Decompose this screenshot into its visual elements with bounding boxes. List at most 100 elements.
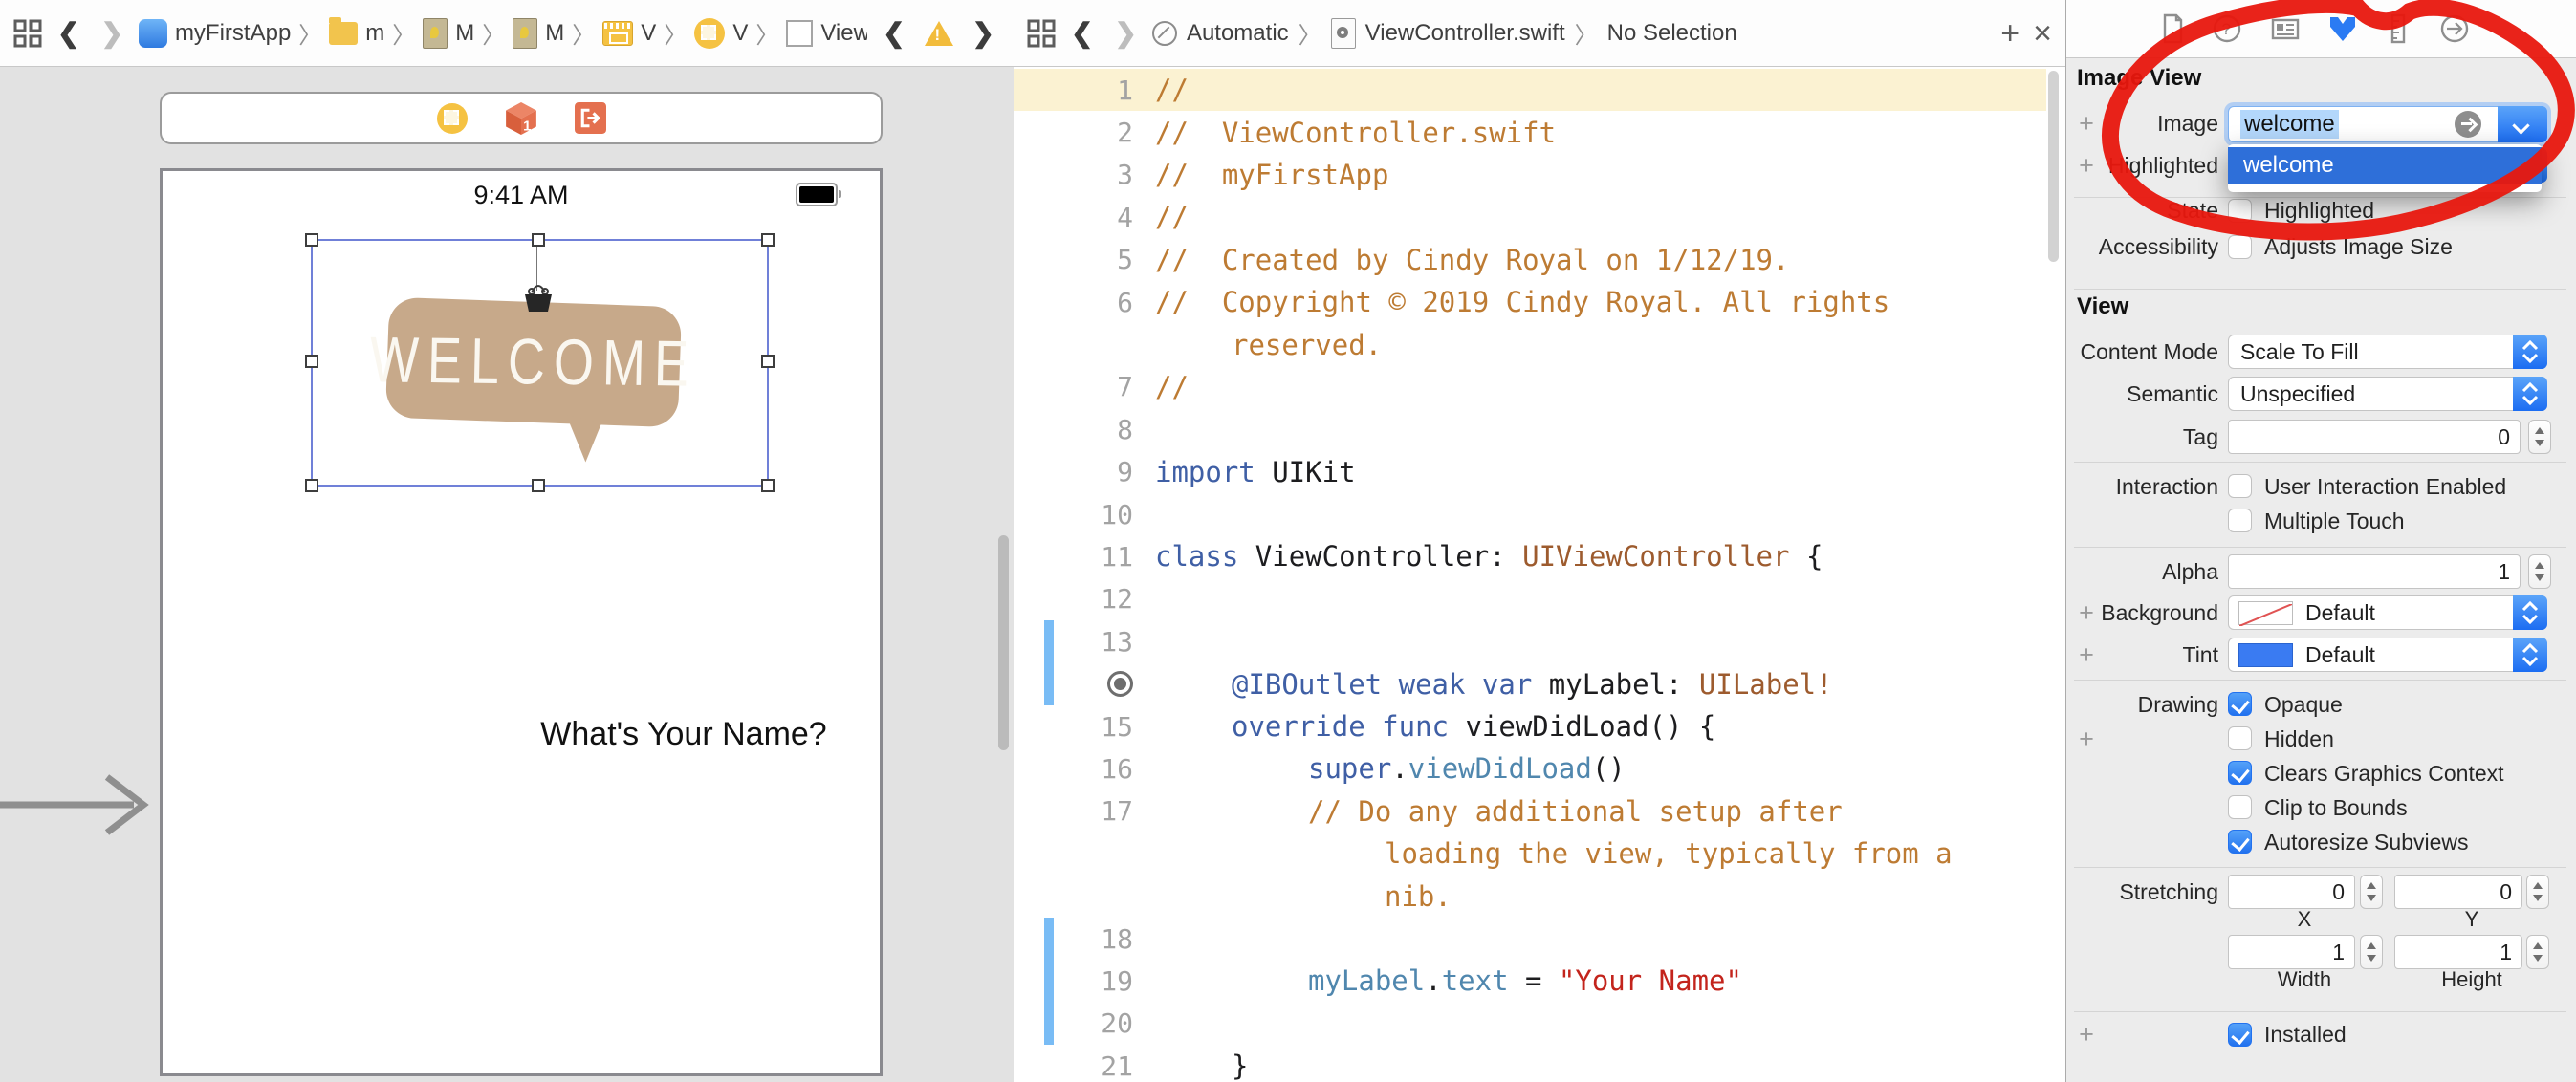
resize-handle[interactable]	[305, 355, 318, 368]
stretching-height-field[interactable]: 1	[2394, 935, 2522, 969]
identity-inspector-icon[interactable]	[2269, 12, 2302, 45]
code-line[interactable]: nib.	[1014, 875, 2046, 917]
code-line[interactable]: 2// ViewController.swift	[1014, 111, 2046, 153]
outlet-connection-icon[interactable]	[1107, 671, 1133, 697]
previous-issue-icon[interactable]: ❮	[877, 17, 910, 49]
code-line[interactable]: loading the view, typically from a	[1014, 833, 2046, 875]
breadcrumb-item-m[interactable]: M	[513, 18, 564, 49]
semantic-popup[interactable]: Unspecified	[2228, 377, 2547, 411]
code-line[interactable]: 3// myFirstApp	[1014, 154, 2046, 196]
installed-checkbox[interactable]	[2228, 1023, 2252, 1047]
forward-chevron-icon[interactable]: ❯	[95, 17, 128, 49]
tint-color-well[interactable]	[2238, 643, 2293, 667]
file-inspector-icon[interactable]	[2156, 12, 2189, 45]
code-line[interactable]: reserved.	[1014, 323, 2046, 365]
background-popup[interactable]: Default	[2228, 595, 2547, 630]
stretching-y-stepper[interactable]	[2526, 875, 2549, 909]
resize-handle[interactable]	[761, 479, 775, 492]
view-controller-icon[interactable]	[437, 103, 468, 134]
code-line[interactable]: 21}	[1014, 1045, 2046, 1082]
code-line[interactable]: 9import UIKit	[1014, 451, 2046, 493]
name-label[interactable]: What's Your Name?	[322, 716, 1015, 753]
alpha-field[interactable]: 1	[2228, 554, 2521, 589]
code-line[interactable]: 17// Do any additional setup after	[1014, 790, 2046, 833]
code-line[interactable]: 10	[1014, 493, 2046, 535]
warning-icon[interactable]	[925, 21, 953, 46]
stretching-x-field[interactable]: 0	[2228, 875, 2355, 909]
content-mode-popup[interactable]: Scale To Fill	[2228, 335, 2547, 369]
exit-icon[interactable]	[575, 102, 606, 134]
size-inspector-icon[interactable]	[2382, 12, 2414, 45]
resize-handle[interactable]	[761, 233, 775, 247]
combobox-dropdown-icon[interactable]	[2498, 106, 2547, 142]
drawing-checkbox-0[interactable]	[2228, 692, 2252, 716]
code-line[interactable]: 12	[1014, 578, 2046, 620]
first-responder-icon[interactable]: 1	[504, 101, 538, 136]
back-chevron-icon[interactable]: ❮	[52, 17, 85, 49]
stretching-x-stepper[interactable]	[2360, 875, 2383, 909]
drawing-checkbox-1[interactable]	[2228, 726, 2252, 750]
entry-point-arrow[interactable]	[0, 762, 163, 848]
code-line[interactable]: 4//	[1014, 196, 2046, 238]
drawing-checkbox-2[interactable]	[2228, 761, 2252, 785]
canvas-scrollbar[interactable]	[998, 535, 1009, 750]
code-line[interactable]: 7//	[1014, 366, 2046, 408]
alpha-stepper[interactable]	[2528, 554, 2551, 589]
stretching-y-field[interactable]: 0	[2394, 875, 2522, 909]
stretching-width-field[interactable]: 1	[2228, 935, 2355, 969]
highlighted-state-checkbox[interactable]	[2228, 199, 2252, 223]
code-scrollbar[interactable]	[2048, 71, 2059, 262]
background-color-well[interactable]	[2238, 601, 2293, 625]
counterpart-icon[interactable]	[1152, 21, 1177, 46]
breadcrumb-item-v[interactable]: V	[602, 20, 656, 47]
code-line[interactable]: 6// Copyright © 2019 Cindy Royal. All ri…	[1014, 281, 2046, 323]
drawing-checkbox-4[interactable]	[2228, 830, 2252, 854]
code-line[interactable]: 15override func viewDidLoad() {	[1014, 705, 2046, 747]
adjusts-image-size-checkbox[interactable]	[2228, 235, 2252, 259]
tag-stepper[interactable]	[2528, 420, 2551, 454]
breadcrumb-item-v[interactable]: V	[694, 18, 748, 49]
breadcrumb-item-myfirstapp[interactable]: myFirstApp	[139, 19, 291, 48]
image-combobox-value[interactable]: welcome	[2240, 110, 2339, 139]
resize-handle[interactable]	[532, 479, 545, 492]
code-lines[interactable]: 1//2// ViewController.swift3// myFirstAp…	[1014, 69, 2046, 1082]
jump-to-image-icon[interactable]	[2455, 111, 2481, 138]
breadcrumb-item-m[interactable]: M	[423, 18, 474, 49]
back-chevron-icon[interactable]: ❮	[1065, 17, 1099, 49]
add-variation-button[interactable]: +	[2075, 1017, 2098, 1051]
next-issue-icon[interactable]: ❯	[967, 17, 1000, 49]
jump-bar-scope[interactable]: Automatic	[1187, 20, 1289, 47]
connections-inspector-icon[interactable]	[2438, 12, 2471, 45]
image-view-selection[interactable]	[311, 239, 769, 487]
quick-help-inspector-icon[interactable]: ?	[2211, 12, 2243, 45]
tag-field[interactable]: 0	[2228, 420, 2521, 454]
code-line[interactable]: 19myLabel.text = "Your Name"	[1014, 960, 2046, 1002]
code-line[interactable]: @IBOutlet weak var myLabel: UILabel!	[1014, 662, 2046, 704]
code-line[interactable]: 18	[1014, 918, 2046, 960]
dropdown-item-welcome[interactable]: welcome	[2228, 147, 2542, 184]
breadcrumb-item-view[interactable]: View	[786, 20, 867, 47]
add-editor-button[interactable]: +	[2000, 19, 2019, 48]
stretching-height-stepper[interactable]	[2526, 935, 2549, 969]
code-line[interactable]: 20	[1014, 1003, 2046, 1045]
code-line[interactable]: 8	[1014, 408, 2046, 450]
interaction-checkbox-1[interactable]	[2228, 509, 2252, 532]
attributes-inspector-icon[interactable]	[2326, 12, 2359, 45]
forward-chevron-icon[interactable]: ❯	[1108, 17, 1142, 49]
code-line[interactable]: 5// Created by Cindy Royal on 1/12/19.	[1014, 239, 2046, 281]
related-items-icon[interactable]	[13, 19, 42, 48]
tint-popup[interactable]: Default	[2228, 638, 2547, 672]
stretching-width-stepper[interactable]	[2360, 935, 2383, 969]
related-items-icon[interactable]	[1027, 19, 1056, 48]
code-line[interactable]: 1//	[1014, 69, 2046, 111]
code-line[interactable]: 13	[1014, 620, 2046, 662]
jump-bar-file[interactable]: ViewController.swift	[1365, 20, 1565, 47]
interaction-checkbox-0[interactable]	[2228, 474, 2252, 498]
code-line[interactable]: 11class ViewController: UIViewController…	[1014, 535, 2046, 577]
image-combobox[interactable]: welcome	[2228, 106, 2547, 142]
resize-handle[interactable]	[532, 233, 545, 247]
resize-handle[interactable]	[305, 233, 318, 247]
close-editor-button[interactable]: ×	[2033, 19, 2052, 48]
resize-handle[interactable]	[761, 355, 775, 368]
drawing-checkbox-3[interactable]	[2228, 795, 2252, 819]
